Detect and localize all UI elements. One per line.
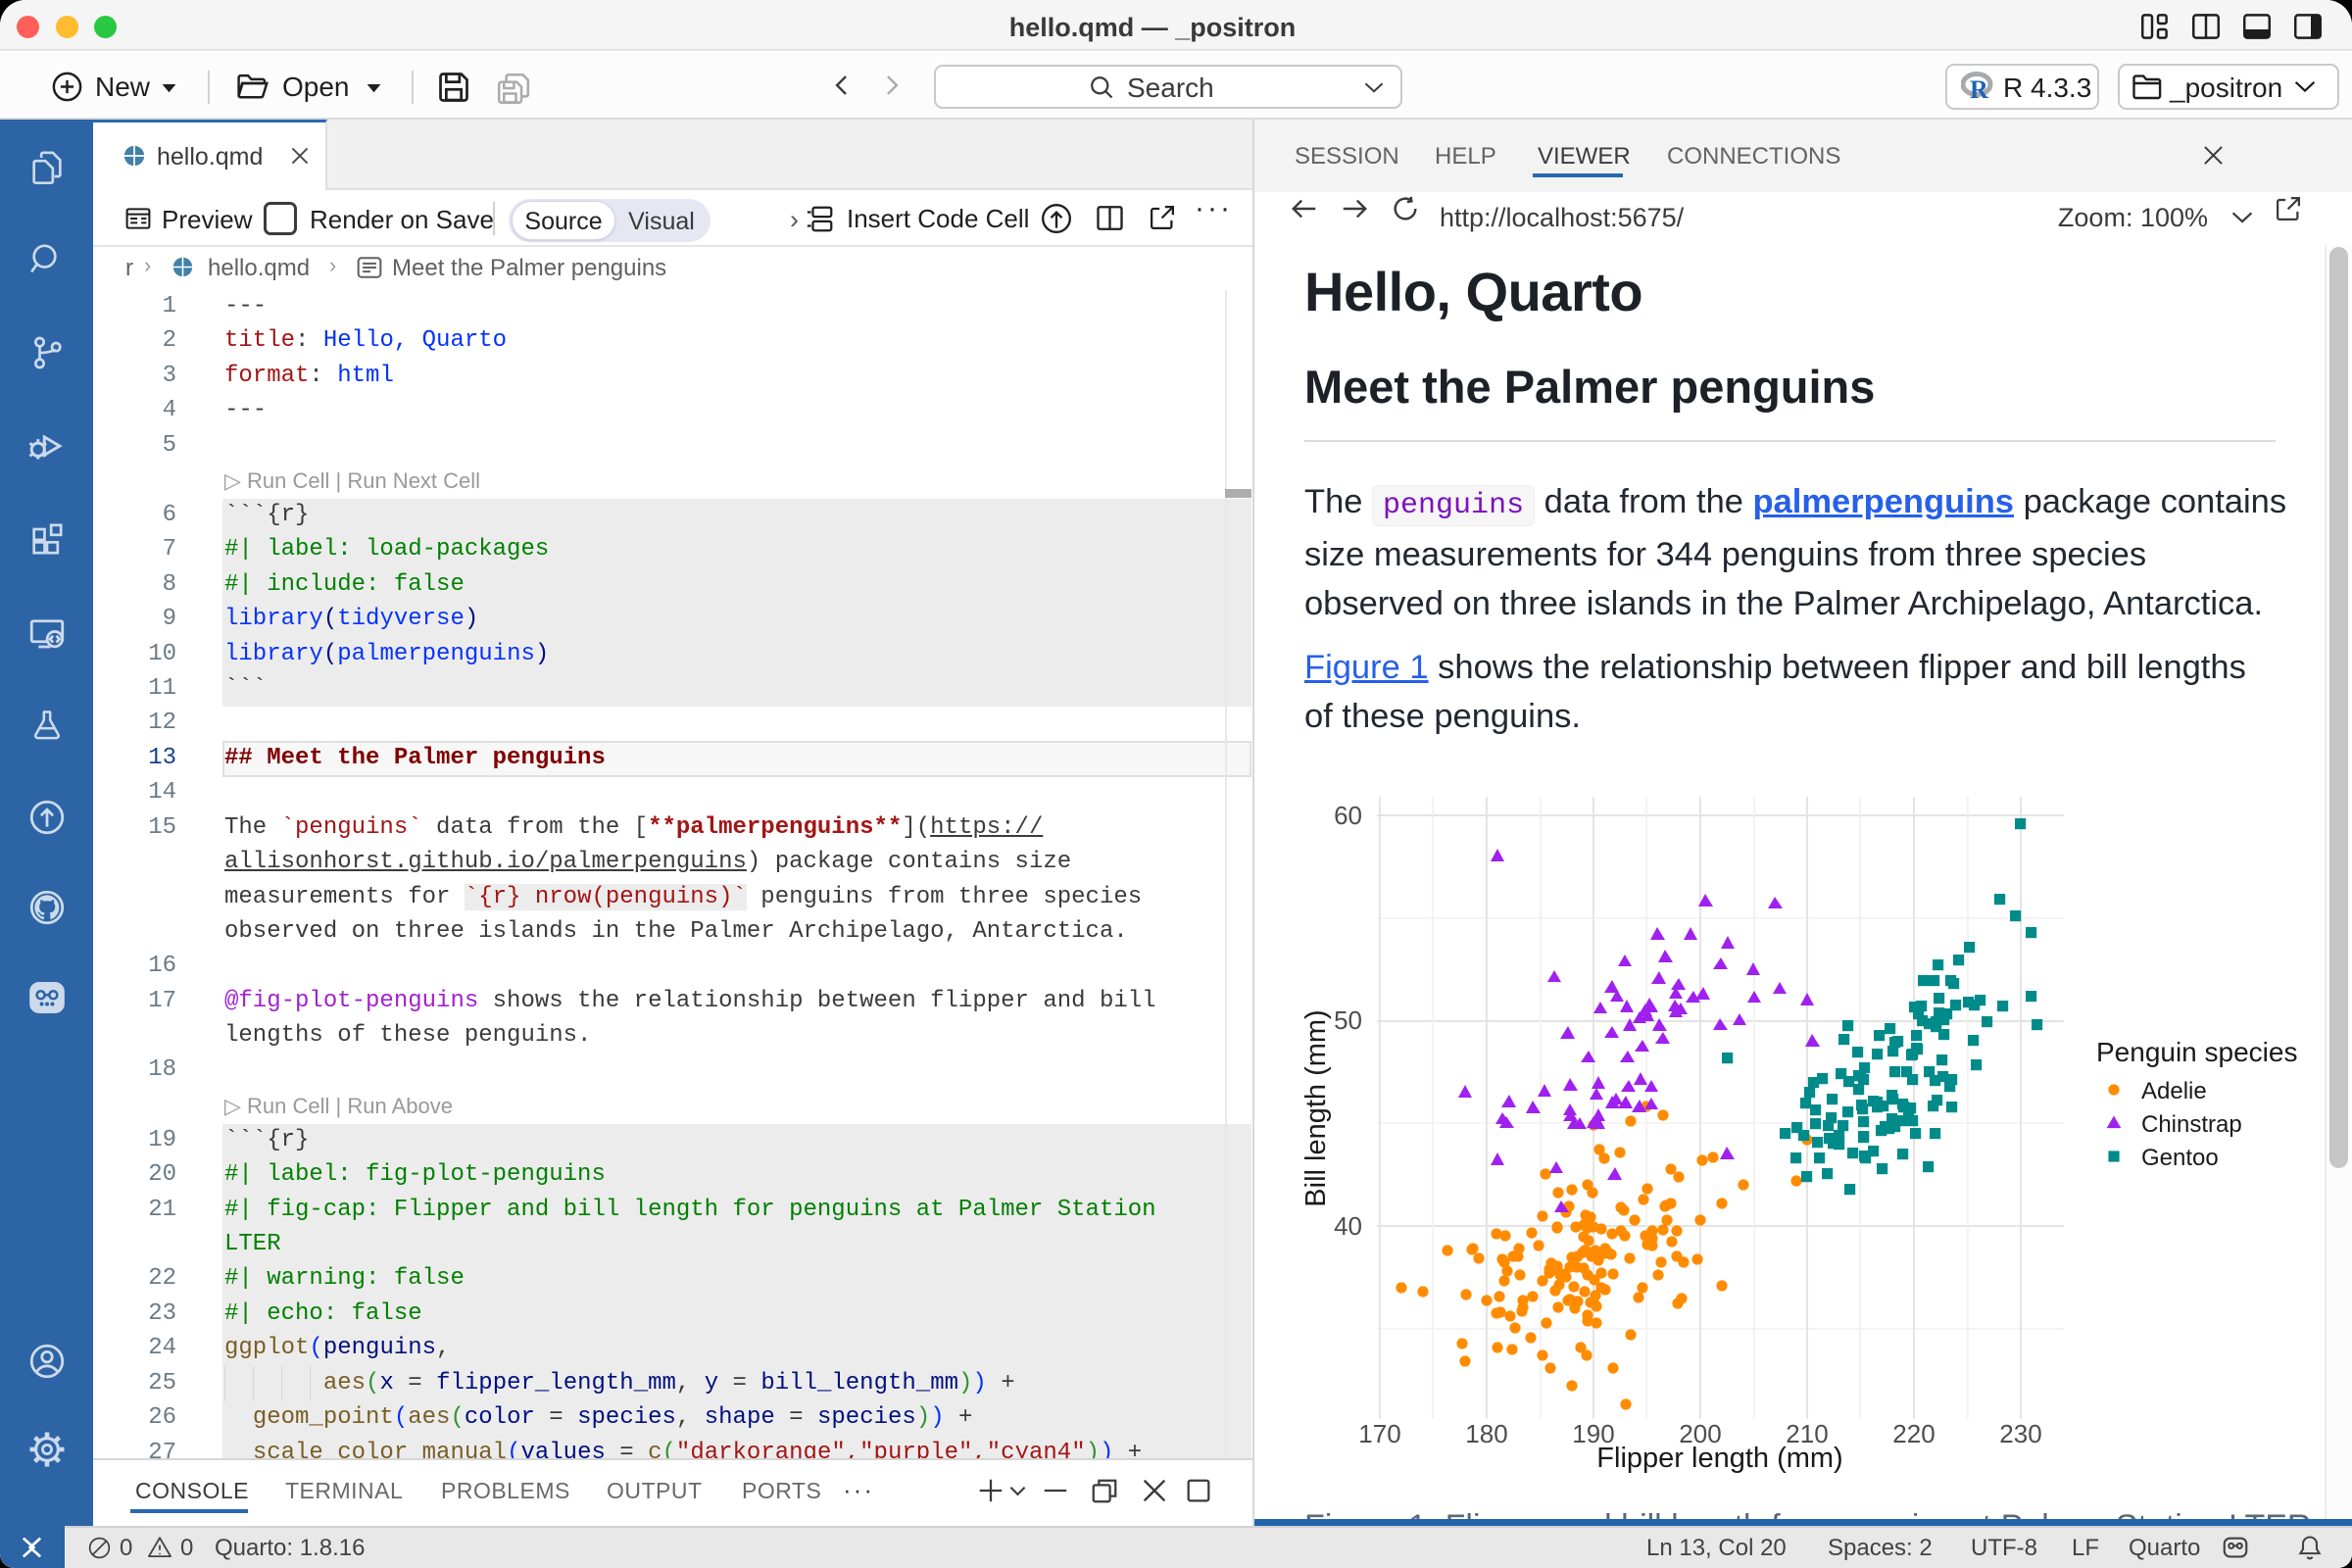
svg-text:R: R (1970, 75, 1988, 101)
svg-text:Bill length (mm): Bill length (mm) (1300, 1009, 1332, 1206)
svg-text:230: 230 (1999, 1419, 2041, 1448)
svg-text:Chinstrap: Chinstrap (2141, 1111, 2242, 1138)
svg-text:40: 40 (1334, 1211, 1362, 1241)
svg-text:Gentoo: Gentoo (2141, 1145, 2219, 1171)
svg-text:180: 180 (1465, 1419, 1507, 1448)
svg-text:60: 60 (1334, 801, 1362, 830)
svg-text:170: 170 (1358, 1419, 1400, 1448)
svg-text:220: 220 (1892, 1419, 1935, 1448)
svg-text:Penguin species: Penguin species (2096, 1037, 2297, 1067)
svg-text:50: 50 (1334, 1005, 1362, 1035)
svg-text:Flipper length (mm): Flipper length (mm) (1596, 1443, 1842, 1474)
svg-text:Adelie: Adelie (2141, 1078, 2207, 1104)
